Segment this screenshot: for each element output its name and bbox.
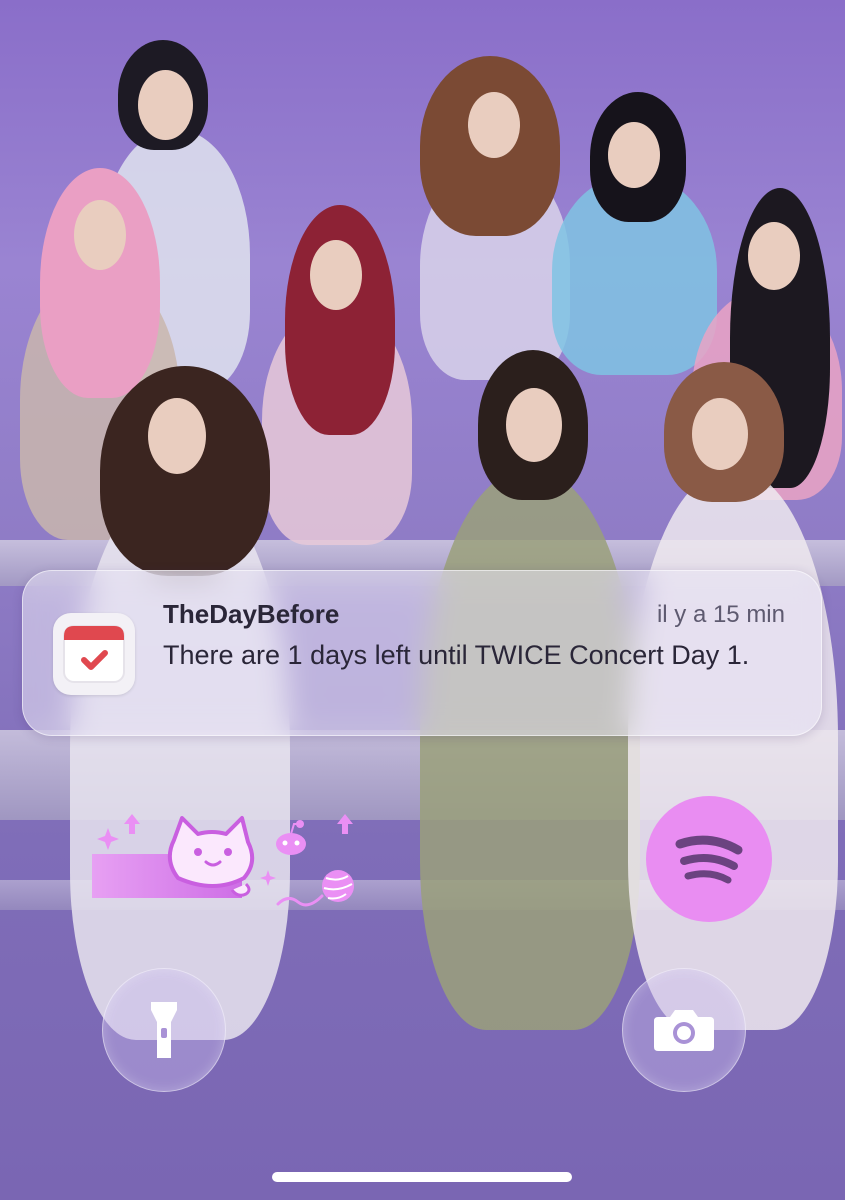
flashlight-button[interactable] xyxy=(102,968,226,1092)
flashlight-icon xyxy=(151,1002,177,1058)
spotify-icon xyxy=(675,835,743,884)
wallpaper-figure xyxy=(310,240,362,310)
camera-button[interactable] xyxy=(622,968,746,1092)
wallpaper-figure xyxy=(692,398,748,470)
wallpaper-figure xyxy=(748,222,800,290)
spotify-button[interactable] xyxy=(646,796,772,922)
cat-reddit-sticker[interactable] xyxy=(92,810,362,910)
camera-icon xyxy=(654,1010,714,1051)
wallpaper-figure xyxy=(628,470,838,1030)
home-indicator[interactable] xyxy=(272,1172,572,1182)
wallpaper-figure xyxy=(608,122,660,188)
calendar-check-icon xyxy=(53,613,135,695)
wallpaper-figure xyxy=(506,388,562,462)
notification-card[interactable]: TheDayBefore il y a 15 min There are 1 d… xyxy=(22,570,822,736)
wallpaper-figure xyxy=(148,398,206,474)
wallpaper-figure xyxy=(138,70,193,140)
notification-app-name: TheDayBefore xyxy=(163,599,340,629)
wallpaper-figure xyxy=(468,92,520,158)
lock-screen: TheDayBefore il y a 15 min There are 1 d… xyxy=(0,0,845,1200)
wallpaper-figure xyxy=(74,200,126,270)
notification-message: There are 1 days left until TWICE Concer… xyxy=(163,640,750,670)
notification-time: il y a 15 min xyxy=(656,601,785,628)
wallpaper-figure xyxy=(420,470,640,1030)
